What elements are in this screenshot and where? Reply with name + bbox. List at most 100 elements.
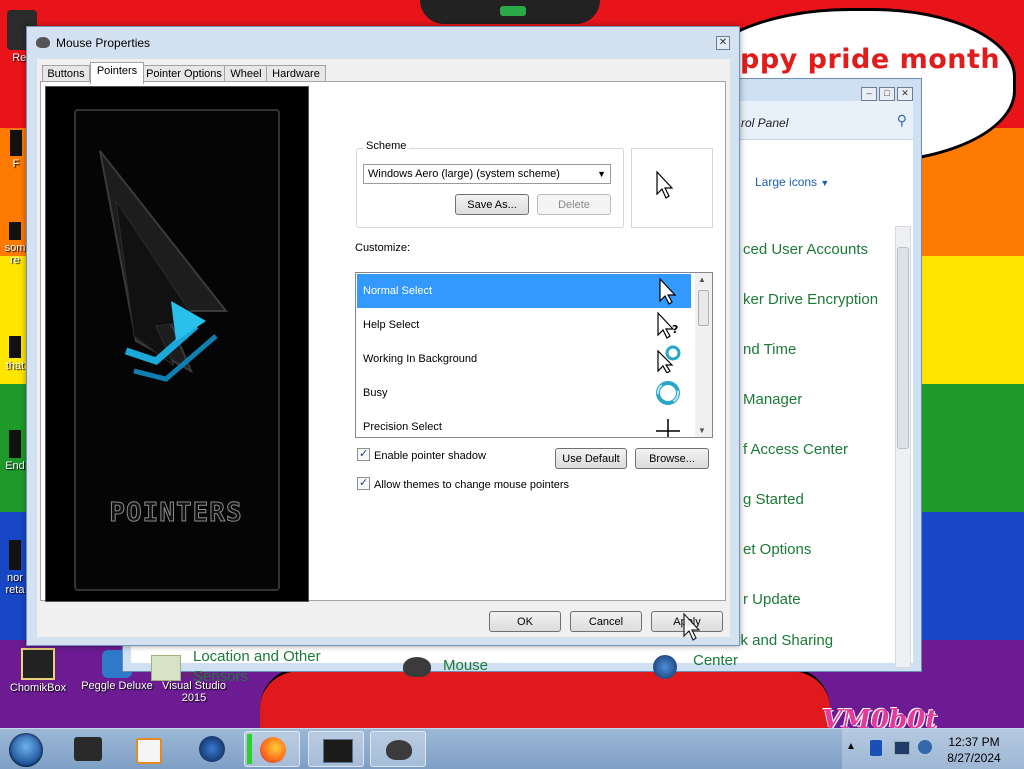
address-text: rol Panel <box>741 116 789 130</box>
delete-button[interactable]: Delete <box>537 194 611 215</box>
desktop-icon-that[interactable]: that <box>2 336 28 372</box>
clock-time: 12:37 PM <box>948 735 1000 749</box>
pointer-row-label: Busy <box>363 387 388 399</box>
close-button[interactable]: ✕ <box>716 36 730 50</box>
list-item[interactable]: Precision Select <box>357 410 691 437</box>
save-as-button[interactable]: Save As... <box>455 194 529 215</box>
scroll-thumb[interactable] <box>698 290 709 326</box>
checkbox-icon[interactable] <box>357 447 370 461</box>
taskbar-media-player[interactable] <box>120 731 176 767</box>
cp-item[interactable]: Mouse <box>443 657 488 674</box>
desktop-icon-label: reta <box>5 584 25 596</box>
file-icon <box>9 540 21 570</box>
browse-button[interactable]: Browse... <box>635 448 709 469</box>
list-item[interactable]: Working In Background <box>357 342 691 376</box>
clock-date: 8/27/2024 <box>947 751 1001 765</box>
taskbar: ▲ 12:37 PM 8/27/2024 <box>0 728 1024 769</box>
scroll-up-icon[interactable]: ▲ <box>698 275 706 284</box>
file-icon <box>9 430 21 458</box>
dialog-body: Buttons Pointers Pointer Options Wheel H… <box>37 59 730 637</box>
mouse-properties-icon <box>323 739 353 763</box>
file-icon <box>9 336 21 358</box>
pointer-logo-icon: POINTERS <box>99 150 242 529</box>
enable-shadow-checkbox[interactable]: Enable pointer shadow <box>357 447 486 462</box>
taskbar-firefox[interactable] <box>244 731 300 767</box>
list-item[interactable]: Help Select ? <box>357 308 691 342</box>
tab-pointers[interactable]: Pointers <box>90 62 144 84</box>
taskbar-app-1[interactable] <box>60 731 116 767</box>
cp-item[interactable]: Location and Other Sensors <box>193 647 343 687</box>
use-default-button[interactable]: Use Default <box>555 448 627 469</box>
mouse-icon <box>403 657 431 677</box>
taskbar-mouse-properties[interactable] <box>308 731 364 767</box>
list-item[interactable]: Busy <box>357 376 691 410</box>
allow-themes-label: Allow themes to change mouse pointers <box>374 479 570 491</box>
desktop-icon-end[interactable]: End <box>2 430 28 472</box>
cancel-button[interactable]: Cancel <box>570 611 642 632</box>
enable-shadow-label: Enable pointer shadow <box>374 450 486 462</box>
scroll-thumb[interactable] <box>897 247 909 449</box>
list-item[interactable]: Normal Select <box>357 274 691 308</box>
firefox-icon <box>260 737 286 763</box>
minimize-icon[interactable]: – <box>861 87 877 101</box>
pointers-artwork: POINTERS <box>45 86 309 602</box>
cp-item[interactable]: g Started <box>743 491 804 508</box>
mouse-icon <box>386 740 412 760</box>
desktop-icon-label: nor <box>7 572 23 584</box>
scheme-legend: Scheme <box>363 140 410 152</box>
taskbar-control-panel[interactable] <box>370 731 426 767</box>
scheme-select[interactable]: Windows Aero (large) (system scheme) ▼ <box>363 164 611 184</box>
network-icon[interactable] <box>894 741 910 755</box>
mouse-cursor-icon <box>683 612 701 641</box>
network-icon <box>653 655 677 679</box>
cp-item[interactable]: f Access Center <box>743 441 848 458</box>
allow-themes-checkbox[interactable]: Allow themes to change mouse pointers <box>357 476 570 491</box>
cp-item[interactable]: Manager <box>743 391 802 408</box>
ok-button[interactable]: OK <box>489 611 561 632</box>
globe-icon <box>199 736 225 762</box>
scheme-select-value: Windows Aero (large) (system scheme) <box>368 168 560 180</box>
search-icon[interactable]: ⚲ <box>897 112 907 129</box>
pointer-row-label: Precision Select <box>363 421 442 433</box>
app-icon <box>74 737 102 761</box>
location-sensor-icon <box>151 655 181 681</box>
desktop-icon-nor[interactable]: nor reta <box>2 540 28 596</box>
cp-item[interactable]: ker Drive Encryption <box>743 291 878 308</box>
taskbar-app-3[interactable] <box>184 731 240 767</box>
view-by-label: Large icons <box>755 175 818 189</box>
maximize-icon[interactable]: □ <box>879 87 895 101</box>
arrow-icon <box>656 171 674 199</box>
desktop-icon-label: End <box>5 460 25 472</box>
cp-scrollbar[interactable] <box>895 226 911 668</box>
svg-text:?: ? <box>672 323 678 336</box>
pride-banner-text: ppy pride month <box>740 44 1001 75</box>
desktop-icon-label: that <box>5 360 25 372</box>
cp-item[interactable]: nd Time <box>743 341 796 358</box>
windows-orb-icon <box>9 733 43 767</box>
volume-icon[interactable] <box>918 740 932 754</box>
cp-item[interactable]: et Options <box>743 541 811 558</box>
pointer-list-scrollbar[interactable]: ▲ ▼ <box>695 273 712 437</box>
chomikbox-icon <box>21 648 55 680</box>
desktop-icon-chomikbox[interactable]: ChomikBox <box>6 648 70 694</box>
chevron-down-icon: ▼ <box>820 178 830 188</box>
checkbox-icon[interactable] <box>357 476 370 490</box>
shield-icon[interactable] <box>870 740 882 756</box>
artwork-caption: POINTERS <box>109 498 242 528</box>
desktop-icon-som[interactable]: som re <box>2 222 28 266</box>
clock[interactable]: 12:37 PM 8/27/2024 <box>942 734 1006 766</box>
desktop-icon-label: ChomikBox <box>9 682 67 694</box>
mouse-icon <box>36 37 50 48</box>
desktop-icon-f[interactable]: F <box>6 130 26 170</box>
scroll-down-icon[interactable]: ▼ <box>698 426 706 435</box>
pointer-list[interactable]: Normal Select Help Select ? Working In B… <box>355 272 713 438</box>
chevron-up-icon[interactable]: ▲ <box>846 741 856 752</box>
pointers-panel: POINTERS Scheme Windows Aero (large) (sy… <box>40 81 726 602</box>
start-button[interactable] <box>4 730 48 768</box>
help-arrow-icon: ? <box>657 311 678 339</box>
close-icon[interactable]: ✕ <box>897 87 913 101</box>
view-by-dropdown[interactable]: Large icons ▼ <box>755 175 829 189</box>
cp-item[interactable]: r Update <box>743 591 801 608</box>
progress-indicator <box>247 734 252 764</box>
cp-item[interactable]: ced User Accounts <box>743 241 868 258</box>
